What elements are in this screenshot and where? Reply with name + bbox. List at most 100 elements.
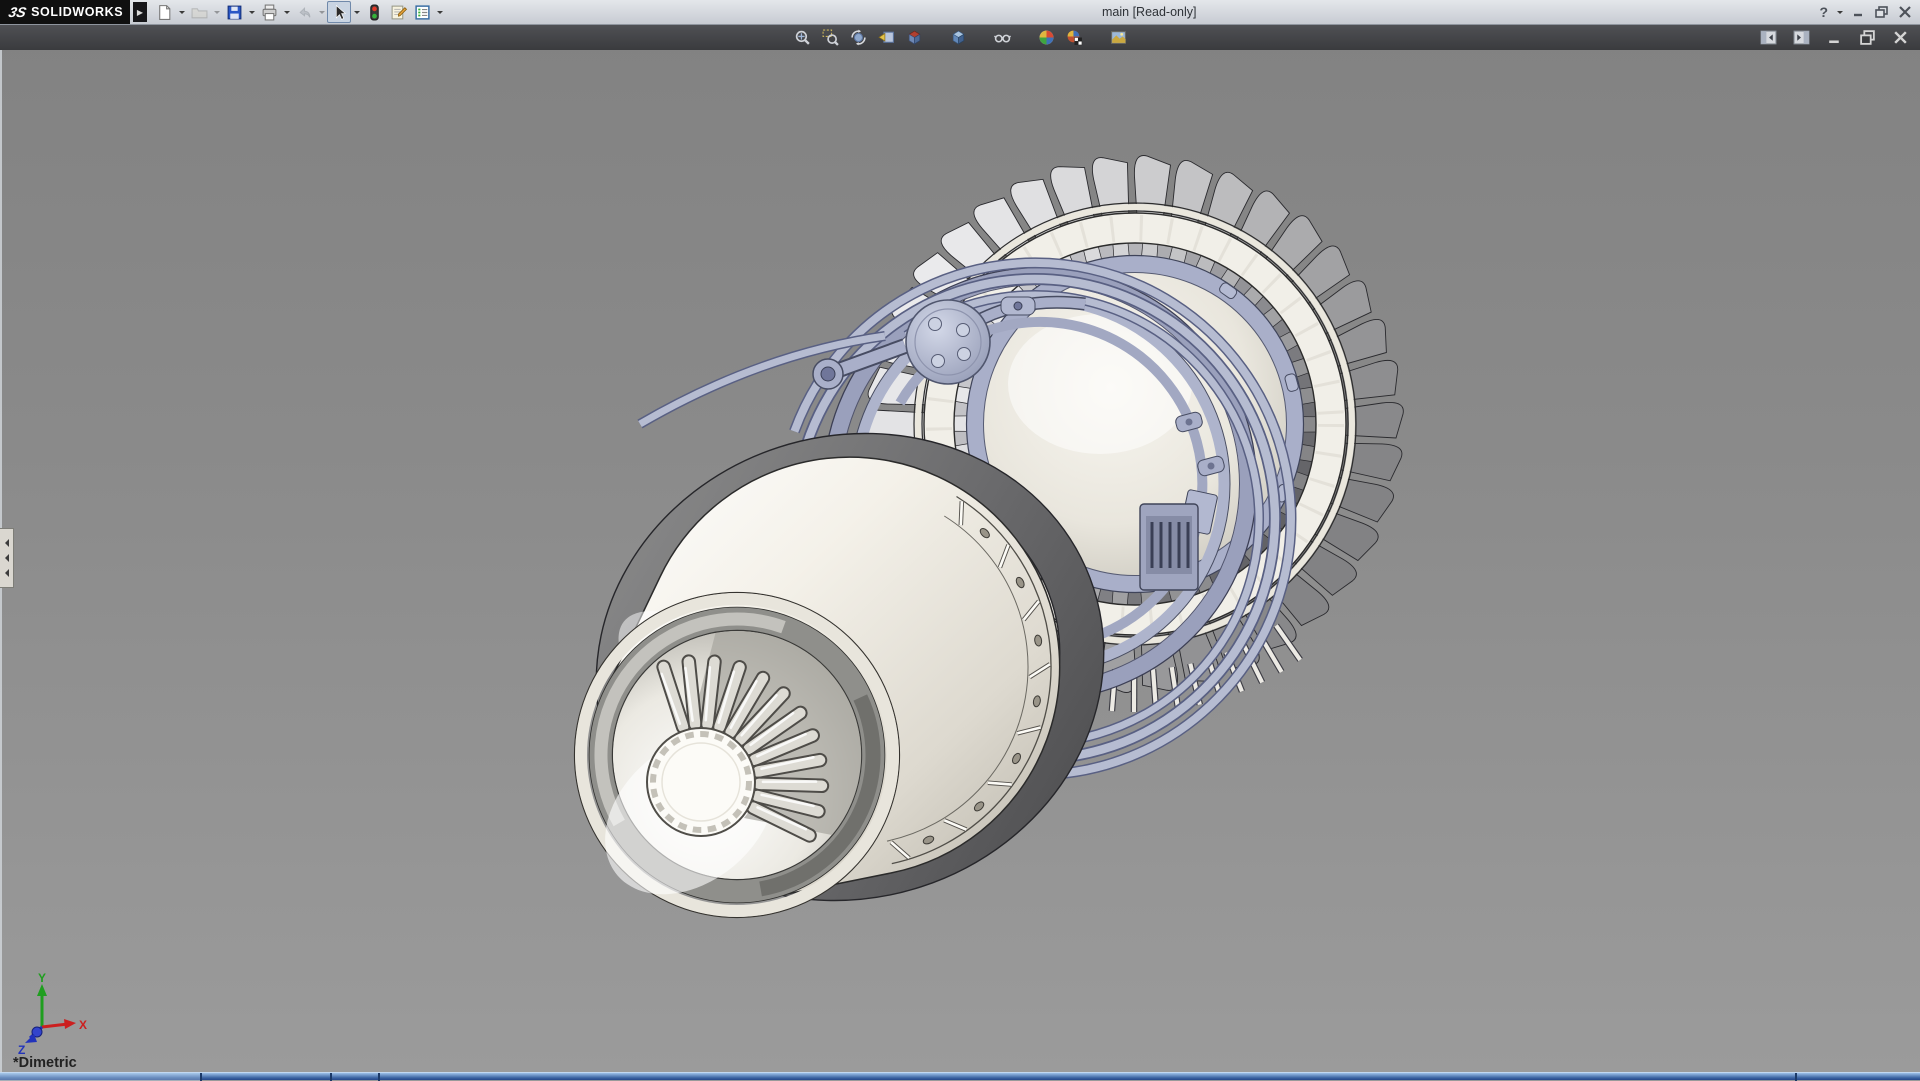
heads-up-view-toolbar [790,24,1130,50]
toolbar-file-properties-button[interactable] [386,1,410,23]
toolbar-rebuild-button[interactable] [362,1,386,23]
window-controls: ? [1819,0,1912,24]
restore-icon[interactable] [1875,6,1889,18]
solidworks-logo: 3S SOLIDWORKS [0,0,130,24]
document-window-bar [0,24,1920,50]
toolbar-select-button[interactable] [327,1,351,23]
toolbar-print-button[interactable] [257,1,281,23]
view-orientation-label: *Dimetric [13,1055,77,1071]
graphics-area[interactable]: Y X Z *Dimetric [0,24,1920,1072]
toolbar-options-dropdown[interactable] [434,2,445,22]
dark-flange-ring [535,368,1165,966]
toolbar-new-document-dropdown[interactable] [176,2,187,22]
hide-show-items-icon [994,29,1011,46]
toolbar-zoom-to-area-button[interactable] [818,26,842,48]
toolbar-doc-minimize-button[interactable] [1822,26,1846,48]
toolbar-options-button[interactable] [410,1,434,23]
exhaust-hub [647,728,755,836]
toolbar-rotate-view-button[interactable] [846,26,870,48]
zoom-to-area-icon [822,29,839,46]
solidworks-brand-text: SOLIDWORKS [31,5,123,19]
toolbar-select-dropdown[interactable] [351,2,362,22]
mount-pad [1001,297,1035,315]
file-properties-icon [390,4,407,21]
help-dropdown-icon[interactable] [1837,11,1843,17]
toolbar-doc-restore-button[interactable] [1855,26,1879,48]
rebuild-icon [366,4,383,21]
title-bar: 3S SOLIDWORKS ▶ main [Read-only] ? [0,0,1920,25]
open-icon [191,4,208,21]
help-icon[interactable]: ? [1819,4,1828,20]
toolbar-zoom-to-fit-button[interactable] [790,26,814,48]
toolbar-open-button [187,1,211,23]
save-icon [226,4,243,21]
toolbar-new-document-button[interactable] [152,1,176,23]
casing-tab [1174,411,1203,433]
right-pane-toggle-icon [1793,29,1810,46]
left-pane-toggle-icon [1760,29,1777,46]
solidworks-logo-glyph: 3S [7,4,28,20]
status-bar [0,1072,1920,1080]
new-document-icon [156,4,173,21]
toolbar-apply-scene-button[interactable] [1034,26,1058,48]
mount-eyelet [813,359,843,389]
toolbar-left-pane-toggle-button[interactable] [1756,26,1780,48]
chevron-down-icon [319,11,325,17]
toolbar-doc-close-button[interactable] [1888,26,1912,48]
doc-close-icon [1892,29,1909,46]
toolbar-right-pane-toggle-button[interactable] [1789,26,1813,48]
apply-scene-icon [1038,29,1055,46]
document-title: main [Read-only] [1102,5,1197,19]
scene-editor-icon [1110,29,1127,46]
toolbar-open-dropdown[interactable] [211,2,222,22]
toolbar-save-dropdown[interactable] [246,2,257,22]
undo-icon [296,4,313,21]
compressor-casing [640,263,1291,775]
toolbar-view-orientation-button[interactable] [946,26,970,48]
standard-toolbar [152,1,445,23]
toolbar-view-settings-button[interactable] [1062,26,1086,48]
close-icon[interactable] [1898,6,1912,18]
doc-minimize-icon [1826,29,1843,46]
fuel-manifold-tubes [794,263,1291,775]
connector-block [1140,489,1218,590]
expand-pane-arrow-icon [1,569,9,577]
turbine-fan [867,155,1404,693]
toolbar-print-dropdown[interactable] [281,2,292,22]
chevron-down-icon [437,11,443,17]
menu-expand-arrow-icon[interactable]: ▶ [133,2,147,22]
toolbar-undo-dropdown[interactable] [316,2,327,22]
previous-view-icon [878,29,895,46]
toolbar-hide-show-items-button[interactable] [990,26,1014,48]
expand-pane-arrow-icon [1,554,9,562]
document-window-controls [1756,24,1912,50]
view-orientation-icon [950,29,967,46]
toolbar-save-button[interactable] [222,1,246,23]
rotate-view-icon [850,29,867,46]
toolbar-scene-editor-button[interactable] [1106,26,1130,48]
expand-pane-arrow-icon [1,539,9,547]
exhaust-cone-ribs [662,662,822,836]
view-settings-icon [1066,29,1083,46]
zoom-to-fit-icon [794,29,811,46]
print-icon [261,4,278,21]
doc-restore-icon [1859,29,1876,46]
feature-manager-collapsed-tab[interactable] [0,528,14,588]
triad-y-label: Y [38,972,46,985]
minimize-icon[interactable] [1852,6,1866,18]
nozzle-assembly [574,593,900,928]
chevron-down-icon [249,11,255,17]
toolbar-section-view-button[interactable] [902,26,926,48]
jet-engine-model [0,24,1920,1072]
section-view-icon [906,29,923,46]
toolbar-undo-button [292,1,316,23]
exhaust-shell [588,457,1060,901]
triad-x-label: X [79,1018,87,1032]
toolbar-previous-view-button[interactable] [874,26,898,48]
stator-vanes [892,557,1300,712]
options-icon [414,4,431,21]
chevron-down-icon [214,11,220,17]
casing-tab [1196,455,1225,477]
chevron-down-icon [284,11,290,17]
rim-bolt-tabs [1218,281,1299,503]
